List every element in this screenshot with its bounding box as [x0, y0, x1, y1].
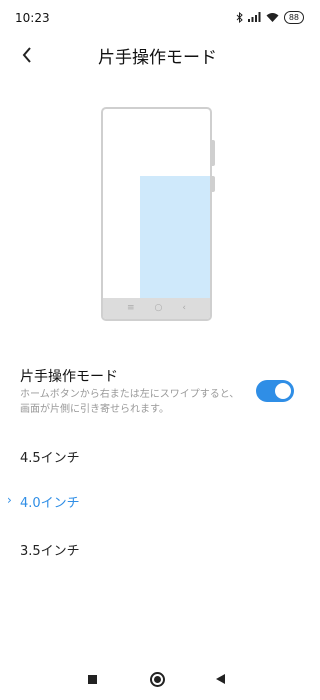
- one-handed-mode-row[interactable]: 片手操作モード ホームボタンから右または左にスワイプすると、画面が片側に引き寄せ…: [20, 366, 295, 422]
- status-time: 10:23: [15, 11, 50, 25]
- size-option-3-5[interactable]: 3.5インチ: [20, 536, 295, 564]
- setting-description: ホームボタンから右または左にスワイプすると、画面が片側に引き寄せられます。: [20, 389, 240, 415]
- toggle-knob: [275, 383, 291, 399]
- home-circle-icon[interactable]: [150, 672, 165, 687]
- back-icon: ‹: [182, 303, 186, 313]
- system-nav-bar: [0, 661, 315, 700]
- size-option-label: 3.5インチ: [20, 544, 80, 559]
- size-option-label: 4.5インチ: [20, 451, 80, 466]
- header: 片手操作モード: [0, 36, 315, 72]
- battery-icon: 88: [283, 10, 304, 24]
- status-icons: 88: [236, 10, 304, 24]
- status-bar: 10:23 88: [0, 0, 315, 36]
- back-triangle-icon[interactable]: [216, 674, 225, 684]
- one-handed-mode-toggle[interactable]: [256, 380, 294, 402]
- size-option-4-5[interactable]: 4.5インチ: [20, 443, 295, 471]
- size-option-4-0[interactable]: › 4.0インチ: [7, 488, 295, 516]
- reduced-screen-area: [140, 176, 210, 298]
- menu-icon: ≡: [126, 303, 135, 313]
- home-icon: ○: [154, 303, 163, 313]
- signal-icon: [247, 12, 261, 22]
- phone-illustration: ≡ ○ ‹: [101, 107, 212, 321]
- bluetooth-icon: [236, 11, 243, 23]
- size-option-label: 4.0インチ: [20, 496, 80, 511]
- page-title: 片手操作モード: [98, 48, 217, 68]
- recents-square-icon[interactable]: [88, 675, 97, 684]
- setting-title: 片手操作モード: [20, 369, 118, 385]
- illustration-nav-bar: ≡ ○ ‹: [103, 298, 210, 319]
- selected-chevron-icon: ›: [7, 493, 12, 507]
- wifi-icon: [266, 13, 279, 22]
